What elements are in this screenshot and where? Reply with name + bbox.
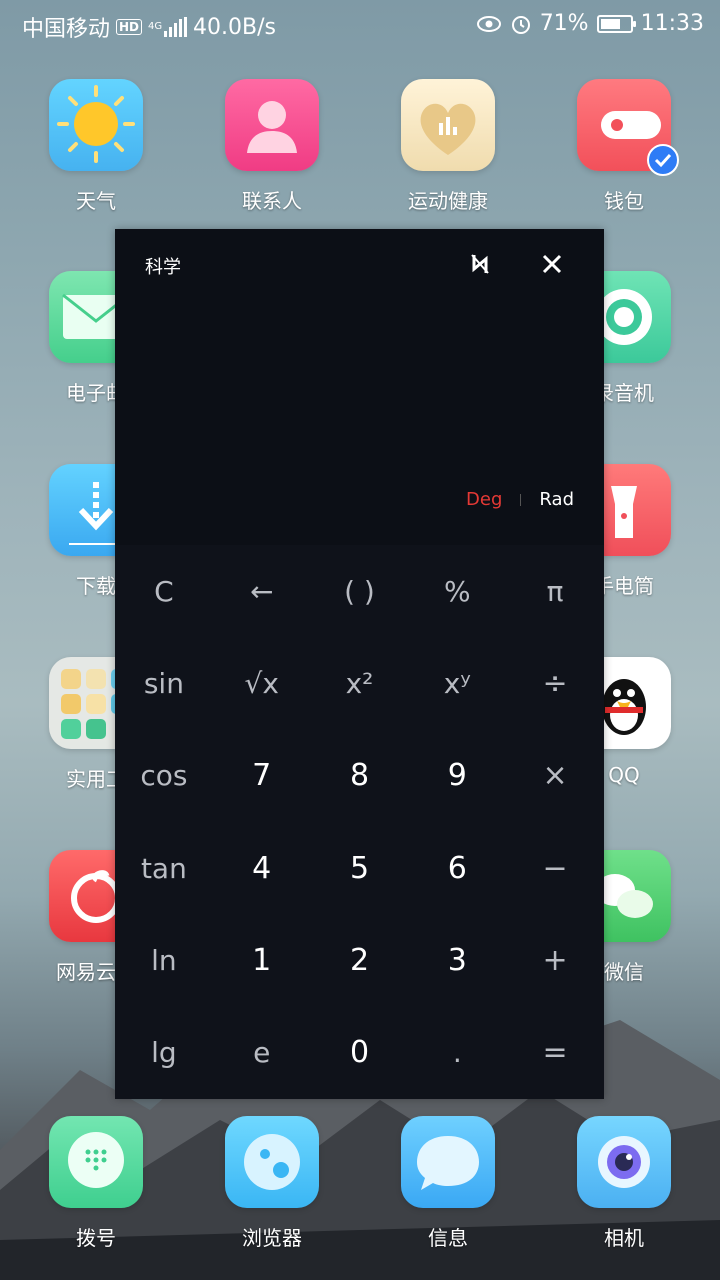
app-contacts[interactable]: 联系人 (212, 79, 332, 214)
minus-key[interactable]: − (506, 822, 604, 914)
app-label: 钱包 (604, 189, 644, 213)
close-icon[interactable] (535, 247, 569, 281)
percent-key[interactable]: % (408, 545, 506, 637)
digit-1-key[interactable]: 1 (213, 914, 311, 1006)
network-speed: 40.0B/s (193, 14, 276, 40)
calculator-keypad: C ← ( ) % π sin √x x² xʸ ÷ cos 7 8 9 × t… (115, 545, 604, 1099)
digit-7-key[interactable]: 7 (213, 730, 311, 822)
power-key[interactable]: xʸ (408, 637, 506, 729)
browser-icon (225, 1116, 319, 1208)
digit-3-key[interactable]: 3 (408, 914, 506, 1006)
digit-9-key[interactable]: 9 (408, 730, 506, 822)
app-browser[interactable]: 浏览器 (212, 1116, 332, 1251)
mode-divider (520, 493, 522, 506)
digit-6-key[interactable]: 6 (408, 822, 506, 914)
network-type: 4G (148, 21, 163, 32)
weather-icon (49, 79, 143, 171)
app-label: 运动健康 (408, 189, 488, 213)
divide-key[interactable]: ÷ (506, 637, 604, 729)
tan-key[interactable]: tan (115, 822, 213, 914)
status-bar: 中国移动 HD 4G 40.0B/s 71% 11:33 (0, 0, 720, 52)
angle-mode-toggle: Deg Rad (466, 489, 574, 510)
backspace-key[interactable]: ← (213, 545, 311, 637)
equals-key[interactable]: = (506, 1007, 604, 1099)
ln-key[interactable]: ln (115, 914, 213, 1006)
signal-icon (164, 17, 188, 37)
camera-icon (577, 1116, 671, 1208)
battery-icon (596, 14, 636, 33)
health-icon (401, 79, 495, 171)
app-messages[interactable]: 信息 (388, 1116, 508, 1251)
rad-option[interactable]: Rad (539, 489, 574, 510)
clear-key[interactable]: C (115, 545, 213, 637)
square-key[interactable]: x² (311, 637, 409, 729)
app-label: 信息 (428, 1226, 468, 1250)
app-label: 相机 (604, 1226, 644, 1250)
app-label: 天气 (76, 189, 116, 213)
app-label: 联系人 (242, 189, 302, 213)
decimal-point-key[interactable]: . (408, 1007, 506, 1099)
pi-key[interactable]: π (506, 545, 604, 637)
hd-icon: HD (116, 19, 143, 35)
app-health[interactable]: 运动健康 (388, 79, 508, 214)
alarm-icon (511, 15, 530, 34)
battery-percent: 71% (539, 11, 589, 36)
cos-key[interactable]: cos (115, 730, 213, 822)
calculator-mode-title[interactable]: 科学 (145, 253, 181, 279)
digit-0-key[interactable]: 0 (311, 1007, 409, 1099)
calculator-window: 科学 Deg Rad C ← ( ) % π sin √x x² xʸ ÷ co… (115, 229, 604, 1099)
app-label: 浏览器 (242, 1226, 302, 1250)
rotate-lock-icon[interactable] (463, 247, 497, 281)
clock: 11:33 (640, 11, 704, 36)
deg-option[interactable]: Deg (466, 489, 502, 510)
carrier-name: 中国移动 (22, 17, 111, 42)
app-wallet[interactable]: 钱包 (564, 79, 684, 214)
lg-key[interactable]: lg (115, 1007, 213, 1099)
app-dialer[interactable]: 拨号 (36, 1116, 156, 1251)
contacts-icon (225, 79, 319, 171)
digit-4-key[interactable]: 4 (213, 822, 311, 914)
digit-2-key[interactable]: 2 (311, 914, 409, 1006)
digit-8-key[interactable]: 8 (311, 730, 409, 822)
eye-comfort-icon (476, 15, 501, 32)
multiply-key[interactable]: × (506, 730, 604, 822)
sqrt-key[interactable]: √x (213, 637, 311, 729)
plus-key[interactable]: + (506, 914, 604, 1006)
app-weather[interactable]: 天气 (36, 79, 156, 214)
calculator-display: 科学 Deg Rad (115, 229, 604, 545)
euler-key[interactable]: e (213, 1007, 311, 1099)
verified-badge-icon (647, 144, 679, 176)
parentheses-key[interactable]: ( ) (311, 545, 409, 637)
phone-icon (49, 1116, 143, 1208)
messages-icon (401, 1116, 495, 1208)
app-camera[interactable]: 相机 (564, 1116, 684, 1251)
digit-5-key[interactable]: 5 (311, 822, 409, 914)
sin-key[interactable]: sin (115, 637, 213, 729)
app-label: 拨号 (76, 1226, 116, 1250)
